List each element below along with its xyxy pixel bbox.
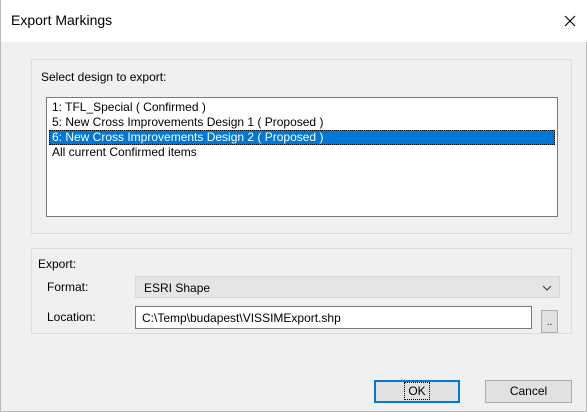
design-listbox[interactable]: 1: TFL_Special ( Confirmed ) 5: New Cros…: [46, 97, 558, 217]
format-label: Format:: [47, 280, 89, 294]
format-value: ESRI Shape: [144, 281, 211, 295]
export-group-label: Export:: [38, 257, 77, 271]
list-item[interactable]: 5: New Cross Improvements Design 1 ( Pro…: [49, 115, 555, 130]
location-input[interactable]: C:\Temp\budapest\VISSIMExport.shp: [135, 306, 532, 329]
ok-button[interactable]: OK: [374, 380, 460, 403]
close-button[interactable]: [552, 0, 587, 42]
browse-button[interactable]: ..: [541, 310, 558, 333]
export-markings-dialog: Export Markings Select design to export:…: [0, 0, 587, 412]
location-label: Location:: [47, 310, 96, 324]
ok-button-label: OK: [404, 382, 430, 400]
location-value: C:\Temp\budapest\VISSIMExport.shp: [142, 311, 341, 325]
title-bar: Export Markings: [1, 0, 587, 42]
close-icon: [564, 15, 576, 27]
cancel-button[interactable]: Cancel: [485, 380, 572, 403]
window-title: Export Markings: [11, 12, 113, 28]
select-design-label: Select design to export:: [41, 70, 167, 84]
format-select[interactable]: ESRI Shape: [135, 276, 560, 298]
list-item-selected[interactable]: 6: New Cross Improvements Design 2 ( Pro…: [49, 130, 555, 145]
list-item[interactable]: All current Confirmed items: [49, 145, 555, 160]
chevron-down-icon: [542, 285, 552, 291]
list-item[interactable]: 1: TFL_Special ( Confirmed ): [49, 100, 555, 115]
